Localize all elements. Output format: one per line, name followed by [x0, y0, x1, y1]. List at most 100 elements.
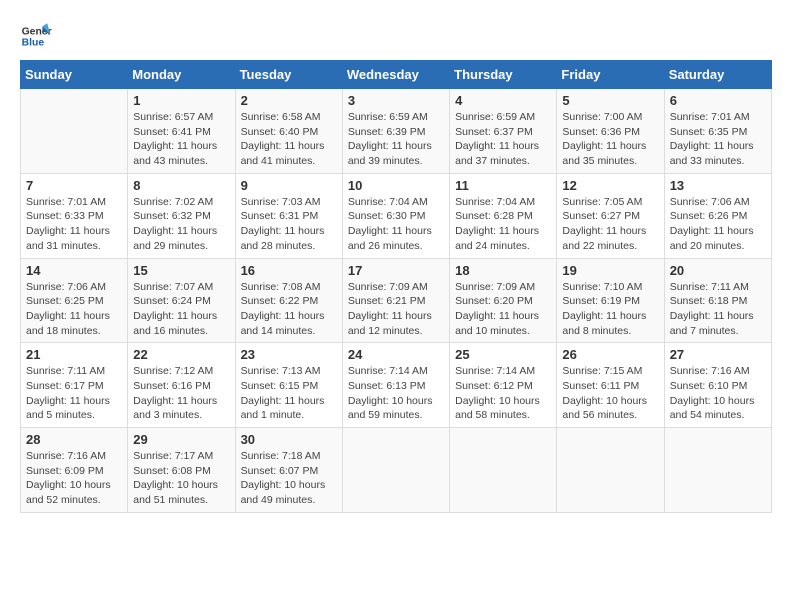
day-number: 2 — [241, 93, 337, 108]
day-number: 30 — [241, 432, 337, 447]
day-number: 12 — [562, 178, 658, 193]
calendar-cell — [21, 89, 128, 174]
calendar-cell: 22 Sunrise: 7:12 AM Sunset: 6:16 PM Dayli… — [128, 343, 235, 428]
day-number: 11 — [455, 178, 551, 193]
day-header-sunday: Sunday — [21, 61, 128, 89]
day-info: Sunrise: 7:10 AM Sunset: 6:19 PM Dayligh… — [562, 280, 658, 339]
day-number: 17 — [348, 263, 444, 278]
day-number: 27 — [670, 347, 766, 362]
calendar-cell: 10 Sunrise: 7:04 AM Sunset: 6:30 PM Dayli… — [342, 173, 449, 258]
day-info: Sunrise: 7:01 AM Sunset: 6:33 PM Dayligh… — [26, 195, 122, 254]
day-info: Sunrise: 7:09 AM Sunset: 6:21 PM Dayligh… — [348, 280, 444, 339]
calendar-body: 1 Sunrise: 6:57 AM Sunset: 6:41 PM Daylig… — [21, 89, 772, 513]
calendar-table: SundayMondayTuesdayWednesdayThursdayFrid… — [20, 60, 772, 513]
calendar-cell — [450, 428, 557, 513]
day-header-tuesday: Tuesday — [235, 61, 342, 89]
calendar-cell — [342, 428, 449, 513]
day-info: Sunrise: 7:07 AM Sunset: 6:24 PM Dayligh… — [133, 280, 229, 339]
calendar-week-row: 28 Sunrise: 7:16 AM Sunset: 6:09 PM Dayli… — [21, 428, 772, 513]
day-number: 21 — [26, 347, 122, 362]
calendar-cell: 16Sunrise: 7:08 AM Sunset: 6:22 PM Dayli… — [235, 258, 342, 343]
day-header-friday: Friday — [557, 61, 664, 89]
day-info: Sunrise: 7:03 AM Sunset: 6:31 PM Dayligh… — [241, 195, 337, 254]
day-info: Sunrise: 7:11 AM Sunset: 6:17 PM Dayligh… — [26, 364, 122, 423]
day-number: 14 — [26, 263, 122, 278]
day-number: 1 — [133, 93, 229, 108]
day-number: 10 — [348, 178, 444, 193]
calendar-cell: 4 Sunrise: 6:59 AM Sunset: 6:37 PM Daylig… — [450, 89, 557, 174]
day-info: Sunrise: 7:06 AM Sunset: 6:26 PM Dayligh… — [670, 195, 766, 254]
calendar-cell: 8 Sunrise: 7:02 AM Sunset: 6:32 PM Daylig… — [128, 173, 235, 258]
svg-text:Blue: Blue — [22, 38, 45, 49]
calendar-cell: 27 Sunrise: 7:16 AM Sunset: 6:10 PM Dayli… — [664, 343, 771, 428]
calendar-header-row: SundayMondayTuesdayWednesdayThursdayFrid… — [21, 61, 772, 89]
day-info: Sunrise: 7:04 AM Sunset: 6:30 PM Dayligh… — [348, 195, 444, 254]
calendar-cell: 3 Sunrise: 6:59 AM Sunset: 6:39 PM Daylig… — [342, 89, 449, 174]
calendar-cell: 28 Sunrise: 7:16 AM Sunset: 6:09 PM Dayli… — [21, 428, 128, 513]
logo-icon: General Blue — [20, 20, 52, 52]
day-info: Sunrise: 7:04 AM Sunset: 6:28 PM Dayligh… — [455, 195, 551, 254]
day-header-saturday: Saturday — [664, 61, 771, 89]
calendar-cell: 12Sunrise: 7:05 AM Sunset: 6:27 PM Dayli… — [557, 173, 664, 258]
day-info: Sunrise: 7:02 AM Sunset: 6:32 PM Dayligh… — [133, 195, 229, 254]
day-info: Sunrise: 7:00 AM Sunset: 6:36 PM Dayligh… — [562, 110, 658, 169]
day-info: Sunrise: 7:14 AM Sunset: 6:12 PM Dayligh… — [455, 364, 551, 423]
day-info: Sunrise: 7:16 AM Sunset: 6:10 PM Dayligh… — [670, 364, 766, 423]
day-number: 20 — [670, 263, 766, 278]
day-info: Sunrise: 7:16 AM Sunset: 6:09 PM Dayligh… — [26, 449, 122, 508]
day-number: 18 — [455, 263, 551, 278]
calendar-cell: 17 Sunrise: 7:09 AM Sunset: 6:21 PM Dayli… — [342, 258, 449, 343]
day-info: Sunrise: 6:58 AM Sunset: 6:40 PM Dayligh… — [241, 110, 337, 169]
day-number: 28 — [26, 432, 122, 447]
day-info: Sunrise: 7:08 AM Sunset: 6:22 PM Dayligh… — [241, 280, 337, 339]
day-number: 6 — [670, 93, 766, 108]
day-number: 7 — [26, 178, 122, 193]
day-number: 29 — [133, 432, 229, 447]
day-number: 19 — [562, 263, 658, 278]
day-number: 22 — [133, 347, 229, 362]
day-info: Sunrise: 7:12 AM Sunset: 6:16 PM Dayligh… — [133, 364, 229, 423]
calendar-cell: 24 Sunrise: 7:14 AM Sunset: 6:13 PM Dayli… — [342, 343, 449, 428]
calendar-week-row: 21 Sunrise: 7:11 AM Sunset: 6:17 PM Dayli… — [21, 343, 772, 428]
calendar-cell: 9 Sunrise: 7:03 AM Sunset: 6:31 PM Daylig… — [235, 173, 342, 258]
day-info: Sunrise: 7:15 AM Sunset: 6:11 PM Dayligh… — [562, 364, 658, 423]
day-info: Sunrise: 7:09 AM Sunset: 6:20 PM Dayligh… — [455, 280, 551, 339]
day-number: 4 — [455, 93, 551, 108]
day-info: Sunrise: 6:59 AM Sunset: 6:37 PM Dayligh… — [455, 110, 551, 169]
day-info: Sunrise: 7:11 AM Sunset: 6:18 PM Dayligh… — [670, 280, 766, 339]
day-info: Sunrise: 6:59 AM Sunset: 6:39 PM Dayligh… — [348, 110, 444, 169]
calendar-cell: 18 Sunrise: 7:09 AM Sunset: 6:20 PM Dayli… — [450, 258, 557, 343]
calendar-cell: 20 Sunrise: 7:11 AM Sunset: 6:18 PM Dayli… — [664, 258, 771, 343]
logo: General Blue — [20, 20, 52, 52]
day-number: 26 — [562, 347, 658, 362]
calendar-cell: 29 Sunrise: 7:17 AM Sunset: 6:08 PM Dayli… — [128, 428, 235, 513]
day-number: 24 — [348, 347, 444, 362]
day-header-monday: Monday — [128, 61, 235, 89]
calendar-cell: 1 Sunrise: 6:57 AM Sunset: 6:41 PM Daylig… — [128, 89, 235, 174]
calendar-week-row: 1 Sunrise: 6:57 AM Sunset: 6:41 PM Daylig… — [21, 89, 772, 174]
day-info: Sunrise: 6:57 AM Sunset: 6:41 PM Dayligh… — [133, 110, 229, 169]
calendar-cell: 30Sunrise: 7:18 AM Sunset: 6:07 PM Dayli… — [235, 428, 342, 513]
day-number: 23 — [241, 347, 337, 362]
day-info: Sunrise: 7:06 AM Sunset: 6:25 PM Dayligh… — [26, 280, 122, 339]
calendar-cell: 23Sunrise: 7:13 AM Sunset: 6:15 PM Dayli… — [235, 343, 342, 428]
day-info: Sunrise: 7:17 AM Sunset: 6:08 PM Dayligh… — [133, 449, 229, 508]
day-number: 13 — [670, 178, 766, 193]
calendar-cell: 25 Sunrise: 7:14 AM Sunset: 6:12 PM Dayli… — [450, 343, 557, 428]
day-info: Sunrise: 7:14 AM Sunset: 6:13 PM Dayligh… — [348, 364, 444, 423]
day-number: 3 — [348, 93, 444, 108]
day-number: 25 — [455, 347, 551, 362]
calendar-cell: 14 Sunrise: 7:06 AM Sunset: 6:25 PM Dayli… — [21, 258, 128, 343]
day-header-thursday: Thursday — [450, 61, 557, 89]
calendar-week-row: 14 Sunrise: 7:06 AM Sunset: 6:25 PM Dayli… — [21, 258, 772, 343]
calendar-cell: 13 Sunrise: 7:06 AM Sunset: 6:26 PM Dayli… — [664, 173, 771, 258]
calendar-cell: 5Sunrise: 7:00 AM Sunset: 6:36 PM Daylig… — [557, 89, 664, 174]
calendar-cell: 7 Sunrise: 7:01 AM Sunset: 6:33 PM Daylig… — [21, 173, 128, 258]
page-header: General Blue — [20, 20, 772, 52]
day-number: 15 — [133, 263, 229, 278]
calendar-cell: 2 Sunrise: 6:58 AM Sunset: 6:40 PM Daylig… — [235, 89, 342, 174]
day-number: 9 — [241, 178, 337, 193]
day-header-wednesday: Wednesday — [342, 61, 449, 89]
day-info: Sunrise: 7:01 AM Sunset: 6:35 PM Dayligh… — [670, 110, 766, 169]
day-number: 8 — [133, 178, 229, 193]
